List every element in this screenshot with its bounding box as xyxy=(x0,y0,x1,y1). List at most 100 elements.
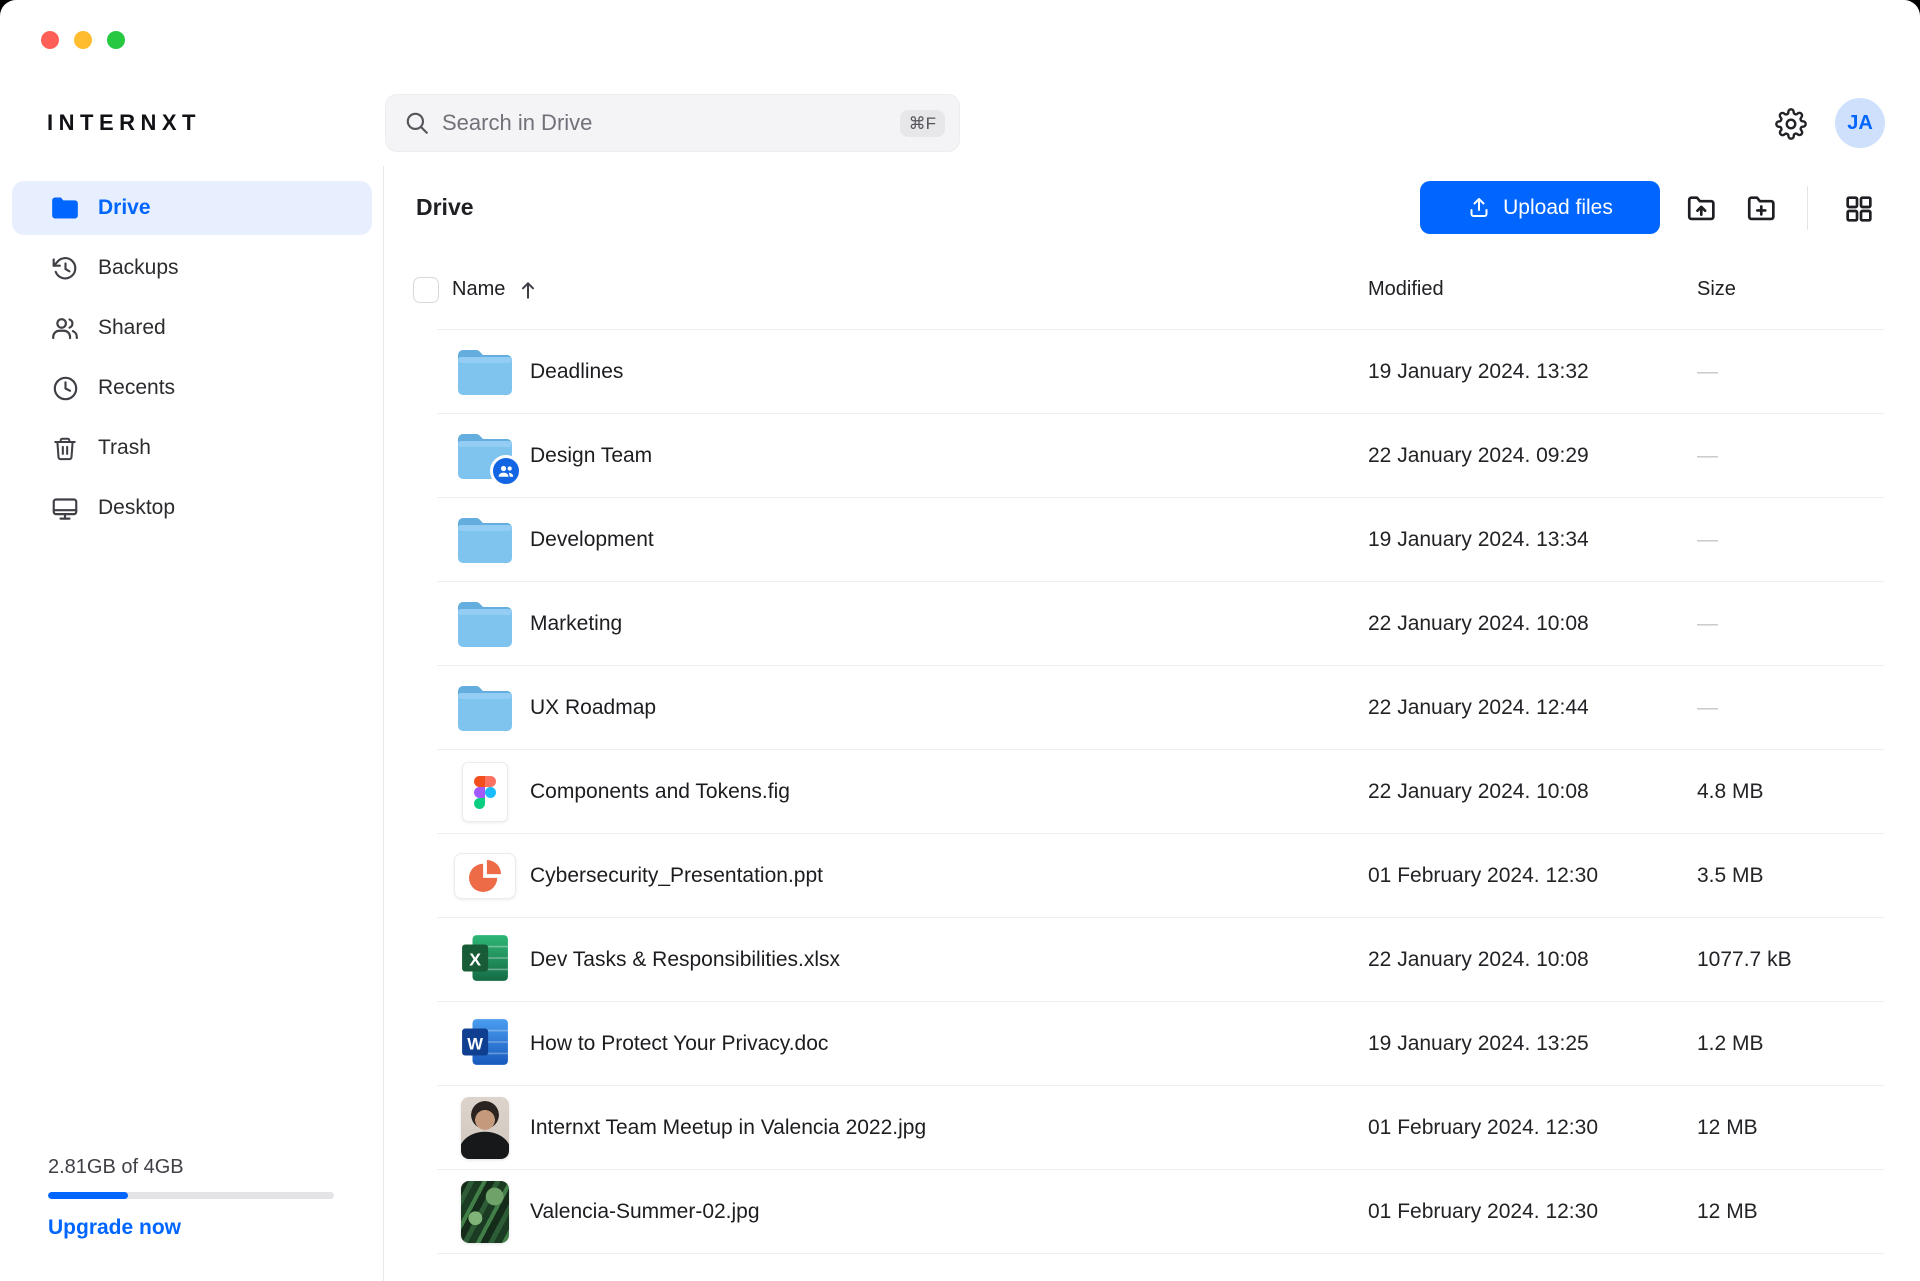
file-name: Dev Tasks & Responsibilities.xlsx xyxy=(530,918,840,1002)
file-row[interactable]: Design Team 22 January 2024. 09:29 — xyxy=(0,414,1920,498)
file-size: — xyxy=(1697,666,1718,750)
file-size: 12 MB xyxy=(1697,1086,1758,1170)
search-input[interactable]: Search in Drive ⌘F xyxy=(385,94,960,152)
grid-view-icon xyxy=(1843,193,1875,225)
file-size: 1.2 MB xyxy=(1697,1002,1764,1086)
file-size: — xyxy=(1697,414,1718,498)
file-modified-date: 19 January 2024. 13:25 xyxy=(1368,1002,1589,1086)
file-modified-date: 22 January 2024. 12:44 xyxy=(1368,666,1589,750)
page-title: Drive xyxy=(416,194,474,221)
file-size: — xyxy=(1697,330,1718,414)
file-size: 3.5 MB xyxy=(1697,834,1764,918)
internxt-logo: INTERNXT xyxy=(47,110,201,136)
upload-folder-button[interactable] xyxy=(1683,190,1721,228)
file-size: — xyxy=(1697,582,1718,666)
file-row[interactable]: Internxt Team Meetup in Valencia 2022.jp… xyxy=(0,1086,1920,1170)
upload-files-label: Upload files xyxy=(1503,196,1613,220)
file-row[interactable]: UX Roadmap 22 January 2024. 12:44 — xyxy=(0,666,1920,750)
app-window: INTERNXT Search in Drive ⌘F JA DriveBack… xyxy=(0,0,1920,1281)
file-row[interactable]: Components and Tokens.fig 22 January 2024… xyxy=(0,750,1920,834)
toolbar-divider xyxy=(1807,186,1808,230)
column-header-name[interactable]: Name xyxy=(452,278,537,301)
svg-text:W: W xyxy=(467,1034,483,1053)
file-row[interactable]: Marketing 22 January 2024. 10:08 — xyxy=(0,582,1920,666)
file-icon-cell xyxy=(449,330,521,414)
upload-icon xyxy=(1467,196,1491,220)
folder-icon xyxy=(456,683,514,733)
file-size: 12 MB xyxy=(1697,1170,1758,1254)
folder-plus-icon xyxy=(1745,192,1779,226)
folder-upload-icon xyxy=(1685,192,1719,226)
settings-button[interactable] xyxy=(1773,106,1809,142)
file-icon-cell xyxy=(449,414,521,498)
search-placeholder: Search in Drive xyxy=(442,110,900,136)
search-icon xyxy=(404,110,430,136)
file-modified-date: 01 February 2024. 12:30 xyxy=(1368,1170,1598,1254)
file-size: — xyxy=(1697,498,1718,582)
select-all-checkbox[interactable] xyxy=(413,277,439,303)
file-row[interactable]: WHow to Protect Your Privacy.doc19 Janua… xyxy=(0,1002,1920,1086)
file-name: UX Roadmap xyxy=(530,666,656,750)
file-row[interactable]: Development 19 January 2024. 13:34 — xyxy=(0,498,1920,582)
close-window-button[interactable] xyxy=(41,31,59,49)
name-column-label: Name xyxy=(452,278,505,301)
file-row[interactable]: X Dev Tasks & Responsibilities.xlsx 22 Jan… xyxy=(0,918,1920,1002)
file-name: Deadlines xyxy=(530,330,623,414)
file-modified-date: 22 January 2024. 10:08 xyxy=(1368,750,1589,834)
user-avatar[interactable]: JA xyxy=(1835,98,1885,148)
file-modified-date: 19 January 2024. 13:34 xyxy=(1368,498,1589,582)
file-icon-cell xyxy=(449,1170,521,1254)
file-modified-date: 19 January 2024. 13:32 xyxy=(1368,330,1589,414)
file-size: 4.8 MB xyxy=(1697,750,1764,834)
image-thumbnail xyxy=(461,1097,509,1159)
image-thumbnail xyxy=(461,1181,509,1243)
word-file-icon: W xyxy=(460,1017,510,1072)
file-name: Valencia-Summer-02.jpg xyxy=(530,1170,760,1254)
column-header-modified[interactable]: Modified xyxy=(1368,278,1444,301)
figma-file-icon xyxy=(462,762,508,822)
file-modified-date: 22 January 2024. 10:08 xyxy=(1368,918,1589,1002)
file-icon-cell xyxy=(449,666,521,750)
shared-folder-badge-icon xyxy=(490,455,522,487)
gear-icon xyxy=(1775,108,1807,140)
file-name: Internxt Team Meetup in Valencia 2022.jp… xyxy=(530,1086,926,1170)
folder-icon xyxy=(456,347,514,397)
file-icon-cell: X xyxy=(449,918,521,1002)
minimize-window-button[interactable] xyxy=(74,31,92,49)
sidebar-item-drive[interactable]: Drive xyxy=(12,181,372,235)
file-row[interactable]: Cybersecurity_Presentation.ppt 01 Februar… xyxy=(0,834,1920,918)
column-header-size[interactable]: Size xyxy=(1697,278,1736,301)
file-list: Deadlines19 January 2024. 13:32—Design T… xyxy=(0,330,1920,1254)
file-modified-date: 01 February 2024. 12:30 xyxy=(1368,1086,1598,1170)
powerpoint-file-icon xyxy=(454,853,516,899)
window-controls xyxy=(41,31,125,49)
excel-file-icon: X xyxy=(460,933,510,988)
zoom-window-button[interactable] xyxy=(107,31,125,49)
sort-ascending-icon xyxy=(519,280,537,300)
file-name: Components and Tokens.fig xyxy=(530,750,790,834)
sidebar-item-label: Drive xyxy=(98,196,151,220)
file-modified-date: 01 February 2024. 12:30 xyxy=(1368,834,1598,918)
file-row[interactable]: Valencia-Summer-02.jpg 01 February 2024. … xyxy=(0,1170,1920,1254)
file-icon-cell: W xyxy=(449,1002,521,1086)
file-name: Cybersecurity_Presentation.ppt xyxy=(530,834,823,918)
file-icon-cell xyxy=(449,750,521,834)
grid-view-button[interactable] xyxy=(1840,190,1878,228)
folder-icon xyxy=(456,515,514,565)
file-icon-cell xyxy=(449,1086,521,1170)
file-icon-cell xyxy=(449,582,521,666)
file-name: Design Team xyxy=(530,414,652,498)
upload-files-button[interactable]: Upload files xyxy=(1420,181,1660,234)
file-modified-date: 22 January 2024. 10:08 xyxy=(1368,582,1589,666)
file-name: Marketing xyxy=(530,582,622,666)
file-modified-date: 22 January 2024. 09:29 xyxy=(1368,414,1589,498)
file-name: Development xyxy=(530,498,654,582)
table-header: Name Modified Size xyxy=(0,268,1920,330)
search-shortcut-badge: ⌘F xyxy=(900,110,945,137)
file-row[interactable]: Deadlines 19 January 2024. 13:32 — xyxy=(0,330,1920,414)
shared-folder-icon xyxy=(456,431,514,481)
file-icon-cell xyxy=(449,834,521,918)
file-icon-cell xyxy=(449,498,521,582)
new-folder-button[interactable] xyxy=(1743,190,1781,228)
file-size: 1077.7 kB xyxy=(1697,918,1792,1002)
